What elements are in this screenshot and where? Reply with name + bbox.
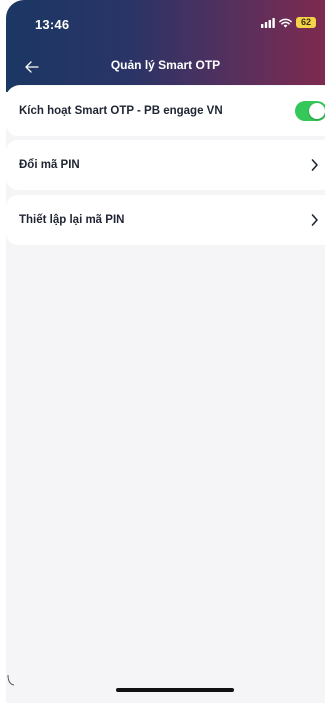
change-pin-label: Đổi mã PIN — [19, 159, 80, 171]
settings-list: Kích hoạt Smart OTP - PB engage VN Đổi m… — [6, 85, 325, 703]
activate-smart-otp-toggle[interactable] — [295, 101, 325, 121]
activate-smart-otp-label: Kích hoạt Smart OTP - PB engage VN — [19, 105, 223, 117]
status-bar: 13:46 62 — [6, 0, 325, 44]
chevron-right-icon — [311, 159, 318, 171]
wifi-icon — [279, 18, 292, 28]
activate-smart-otp-row[interactable]: Kích hoạt Smart OTP - PB engage VN — [6, 86, 325, 136]
header-bar: 13:46 62 Quản lý Smart OTP — [6, 0, 325, 92]
chevron-right-icon — [311, 214, 318, 226]
reset-pin-row[interactable]: Thiết lập lại mã PIN — [6, 195, 325, 245]
smart-otp-management-screen: 13:46 62 Quản lý Smart OTP Kích hoạt Sma… — [0, 0, 325, 703]
status-time: 13:46 — [35, 17, 70, 32]
page-title: Quản lý Smart OTP — [110, 58, 221, 72]
home-indicator[interactable] — [116, 688, 234, 692]
reset-pin-label: Thiết lập lại mã PIN — [19, 214, 125, 226]
status-indicators: 62 — [261, 17, 316, 28]
navigation-bar: Quản lý Smart OTP — [6, 48, 325, 86]
change-pin-row[interactable]: Đổi mã PIN — [6, 140, 325, 190]
toggle-knob — [309, 103, 325, 119]
signal-icon — [261, 17, 275, 28]
battery-indicator: 62 — [296, 17, 316, 28]
screen-corner-edge — [7, 674, 15, 686]
